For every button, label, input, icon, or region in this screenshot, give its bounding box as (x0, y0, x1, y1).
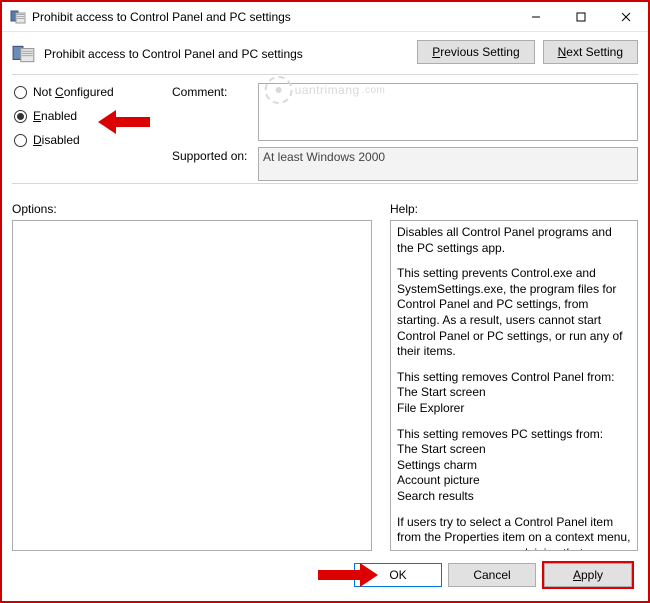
window-buttons (513, 2, 648, 32)
cancel-button[interactable]: Cancel (448, 563, 536, 587)
previous-setting-button[interactable]: Previous Setting (417, 40, 534, 64)
ok-button[interactable]: OK (354, 563, 442, 587)
help-text: Disables all Control Panel programs and … (397, 225, 631, 256)
help-text: This setting prevents Control.exe and Sy… (397, 266, 631, 360)
apply-highlight: Apply (542, 561, 634, 589)
radio-enabled[interactable]: Enabled (14, 109, 172, 123)
radio-not-configured[interactable]: Not Configured (14, 85, 172, 99)
apply-button[interactable]: Apply (544, 563, 632, 587)
divider (12, 74, 638, 75)
options-label: Options: (12, 202, 372, 216)
comment-label: Comment: (172, 83, 252, 99)
gp-icon (10, 9, 26, 25)
minimize-button[interactable] (513, 2, 558, 32)
options-box[interactable] (12, 220, 372, 551)
radio-icon (14, 134, 27, 147)
window-title: Prohibit access to Control Panel and PC … (32, 10, 513, 24)
maximize-button[interactable] (558, 2, 603, 32)
titlebar: Prohibit access to Control Panel and PC … (2, 2, 648, 32)
close-button[interactable] (603, 2, 648, 32)
radio-icon (14, 86, 27, 99)
help-text: If users try to select a Control Panel i… (397, 515, 631, 552)
policy-icon (12, 44, 36, 64)
radio-disabled[interactable]: Disabled (14, 133, 172, 147)
next-setting-button[interactable]: Next Setting (543, 40, 638, 64)
divider (12, 183, 638, 184)
help-box[interactable]: Disables all Control Panel programs and … (390, 220, 638, 551)
comment-input[interactable] (258, 83, 638, 141)
help-label: Help: (390, 202, 638, 216)
help-text: This setting removes Control Panel from:… (397, 370, 631, 417)
supported-on-value: At least Windows 2000 (258, 147, 638, 181)
supported-label: Supported on: (172, 147, 252, 163)
radio-icon (14, 110, 27, 123)
policy-title: Prohibit access to Control Panel and PC … (44, 47, 303, 61)
help-text: This setting removes PC settings from: T… (397, 427, 631, 505)
